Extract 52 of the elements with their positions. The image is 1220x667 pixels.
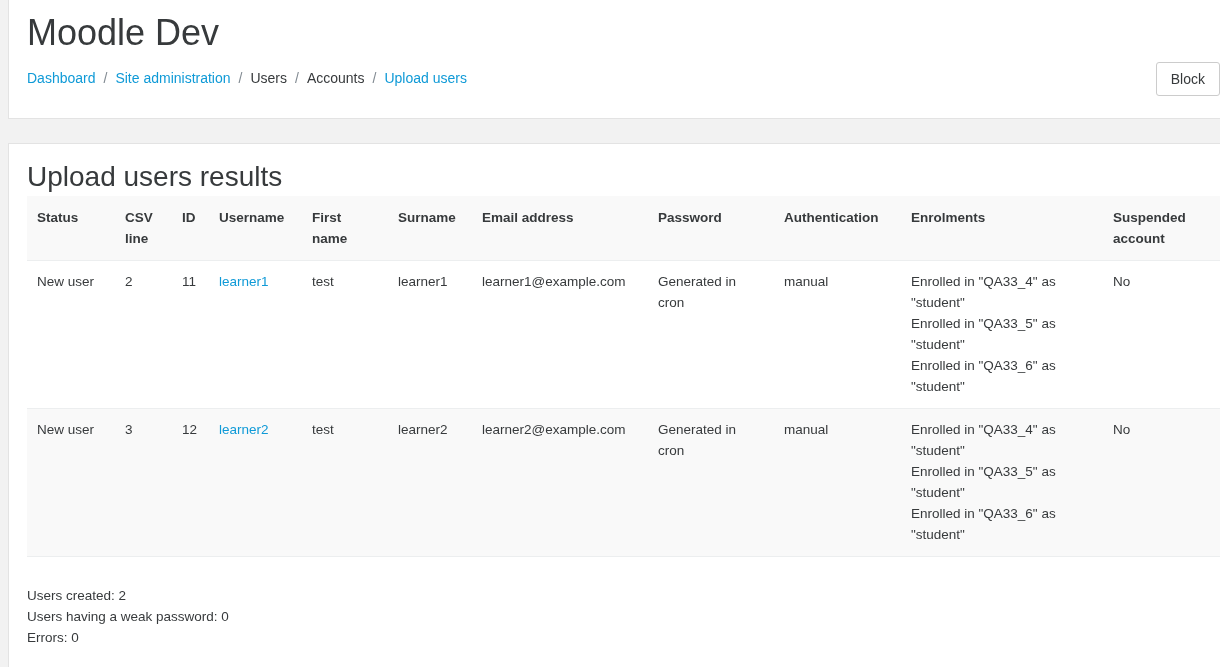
table-cell: Generated in cron bbox=[648, 408, 774, 557]
enrolment-entry: Enrolled in "QA33_6" as "student" bbox=[911, 357, 1057, 396]
enrolment-entry: Enrolled in "QA33_5" as "student" bbox=[911, 463, 1057, 502]
column-header: Email address bbox=[472, 196, 648, 261]
column-header: ID bbox=[172, 196, 209, 261]
column-header: Password bbox=[648, 196, 774, 261]
column-header: Surname bbox=[388, 196, 472, 261]
header-button[interactable]: Block bbox=[1155, 62, 1220, 96]
column-header: Username bbox=[209, 196, 302, 261]
summary-line: Users having a weak password: 0 bbox=[27, 608, 230, 626]
enrolment-entry: Enrolled in "QA33_4" as "student" bbox=[911, 421, 1057, 460]
breadcrumb-separator: / bbox=[238, 69, 243, 88]
table-cell: New user bbox=[27, 408, 115, 557]
column-header: Enrolments bbox=[901, 196, 1103, 261]
table-cell: manual bbox=[774, 408, 901, 557]
username-link[interactable]: learner1 bbox=[219, 274, 269, 289]
summary-line: Errors: 0 bbox=[27, 629, 80, 647]
table-cell: test bbox=[302, 408, 388, 557]
column-header: Authentication bbox=[774, 196, 901, 261]
table-cell: 2 bbox=[115, 260, 172, 409]
table-cell: New user bbox=[27, 260, 115, 409]
table-cell: No bbox=[1103, 260, 1220, 409]
enrolment-entry: Enrolled in "QA33_4" as "student" bbox=[911, 273, 1057, 312]
table-cell: learner1 bbox=[388, 260, 472, 409]
username-link[interactable]: learner2 bbox=[219, 422, 269, 437]
table-cell: test bbox=[302, 260, 388, 409]
breadcrumb-separator: / bbox=[103, 69, 108, 88]
breadcrumb-separator: / bbox=[372, 69, 377, 88]
table-cell: learner2 bbox=[388, 408, 472, 557]
column-header: First name bbox=[302, 196, 388, 261]
site-title: Moodle Dev bbox=[27, 12, 220, 54]
table-cell: No bbox=[1103, 408, 1220, 557]
enrolment-entry: Enrolled in "QA33_6" as "student" bbox=[911, 505, 1057, 544]
table-cell: Generated in cron bbox=[648, 260, 774, 409]
table-cell: 12 bbox=[172, 408, 209, 557]
breadcrumb-link[interactable]: Dashboard bbox=[27, 68, 96, 89]
table-cell: 3 bbox=[115, 408, 172, 557]
breadcrumb-link[interactable]: Site administration bbox=[115, 68, 231, 89]
breadcrumb-separator: / bbox=[295, 69, 299, 88]
table-cell: learner2@example.com bbox=[472, 408, 648, 557]
table-cell: 11 bbox=[172, 260, 209, 409]
table-cell: learner1@example.com bbox=[472, 260, 648, 409]
breadcrumb-item: Users bbox=[250, 69, 287, 88]
breadcrumb-link[interactable]: Upload users bbox=[384, 68, 467, 89]
column-header: Suspended account bbox=[1103, 196, 1220, 261]
breadcrumb-item: Accounts bbox=[306, 69, 365, 88]
enrolment-entry: Enrolled in "QA33_5" as "student" bbox=[911, 315, 1057, 354]
column-header: Status bbox=[27, 196, 115, 261]
summary-line: Users created: 2 bbox=[27, 587, 128, 605]
column-header: CSV line bbox=[115, 196, 172, 261]
table-cell: manual bbox=[774, 260, 901, 409]
page-heading: Upload users results bbox=[27, 160, 283, 194]
